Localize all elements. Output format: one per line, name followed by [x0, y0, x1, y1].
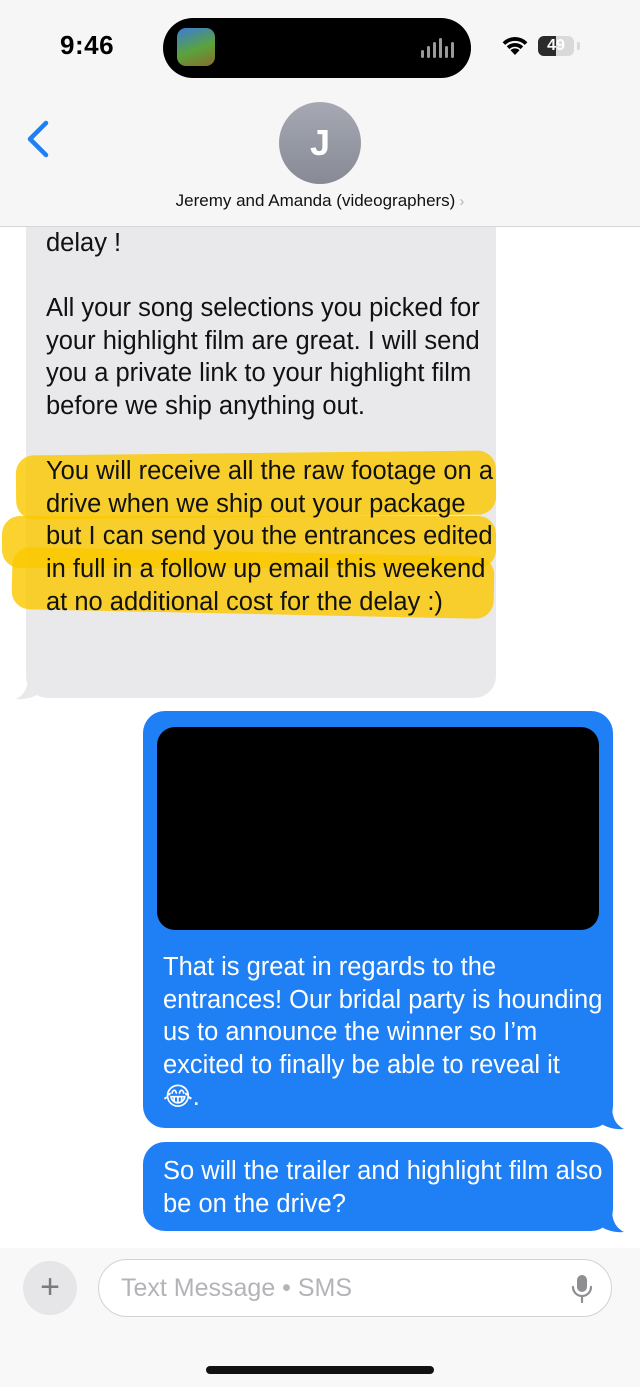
- bubble-tail: [16, 676, 44, 700]
- microphone-icon[interactable]: [571, 1274, 593, 1304]
- message-text: That is great in regards to the entrance…: [163, 953, 610, 1112]
- message-bubble-incoming[interactable]: delay ! All your song selections you pic…: [2, 170, 497, 698]
- contact-avatar[interactable]: J: [279, 102, 361, 184]
- status-time: 9:46: [60, 30, 115, 60]
- message-text: delay ! All your song selections you pic…: [46, 229, 493, 616]
- home-indicator[interactable]: [206, 1366, 434, 1374]
- bubble-tail: [596, 1106, 624, 1130]
- add-attachment-button[interactable]: +: [23, 1261, 77, 1315]
- input-placeholder: Text Message • SMS: [121, 1274, 353, 1302]
- now-playing-app-icon: [177, 28, 215, 66]
- dynamic-island[interactable]: [163, 18, 471, 78]
- contact-name: Jeremy and Amanda (videographers): [175, 191, 456, 210]
- redacted-media-attachment[interactable]: [157, 727, 599, 930]
- chevron-right-icon: ›: [459, 193, 465, 210]
- contact-name-button[interactable]: Jeremy and Amanda (videographers) ›: [0, 191, 640, 211]
- message-bubble-outgoing[interactable]: So will the trailer and highlight film a…: [143, 1142, 613, 1231]
- message-input[interactable]: Text Message • SMS: [98, 1259, 612, 1317]
- bubble-tail: [596, 1209, 624, 1233]
- battery-nub: [577, 42, 580, 50]
- battery-icon: 49: [538, 36, 574, 56]
- message-text: So will the trailer and highlight film a…: [163, 1157, 610, 1218]
- back-chevron-icon[interactable]: [20, 118, 60, 162]
- battery-level: 49: [547, 37, 565, 54]
- wifi-icon: [502, 37, 528, 55]
- message-bubble-outgoing[interactable]: That is great in regards to the entrance…: [143, 711, 613, 1128]
- audio-waveform-icon: [421, 38, 455, 58]
